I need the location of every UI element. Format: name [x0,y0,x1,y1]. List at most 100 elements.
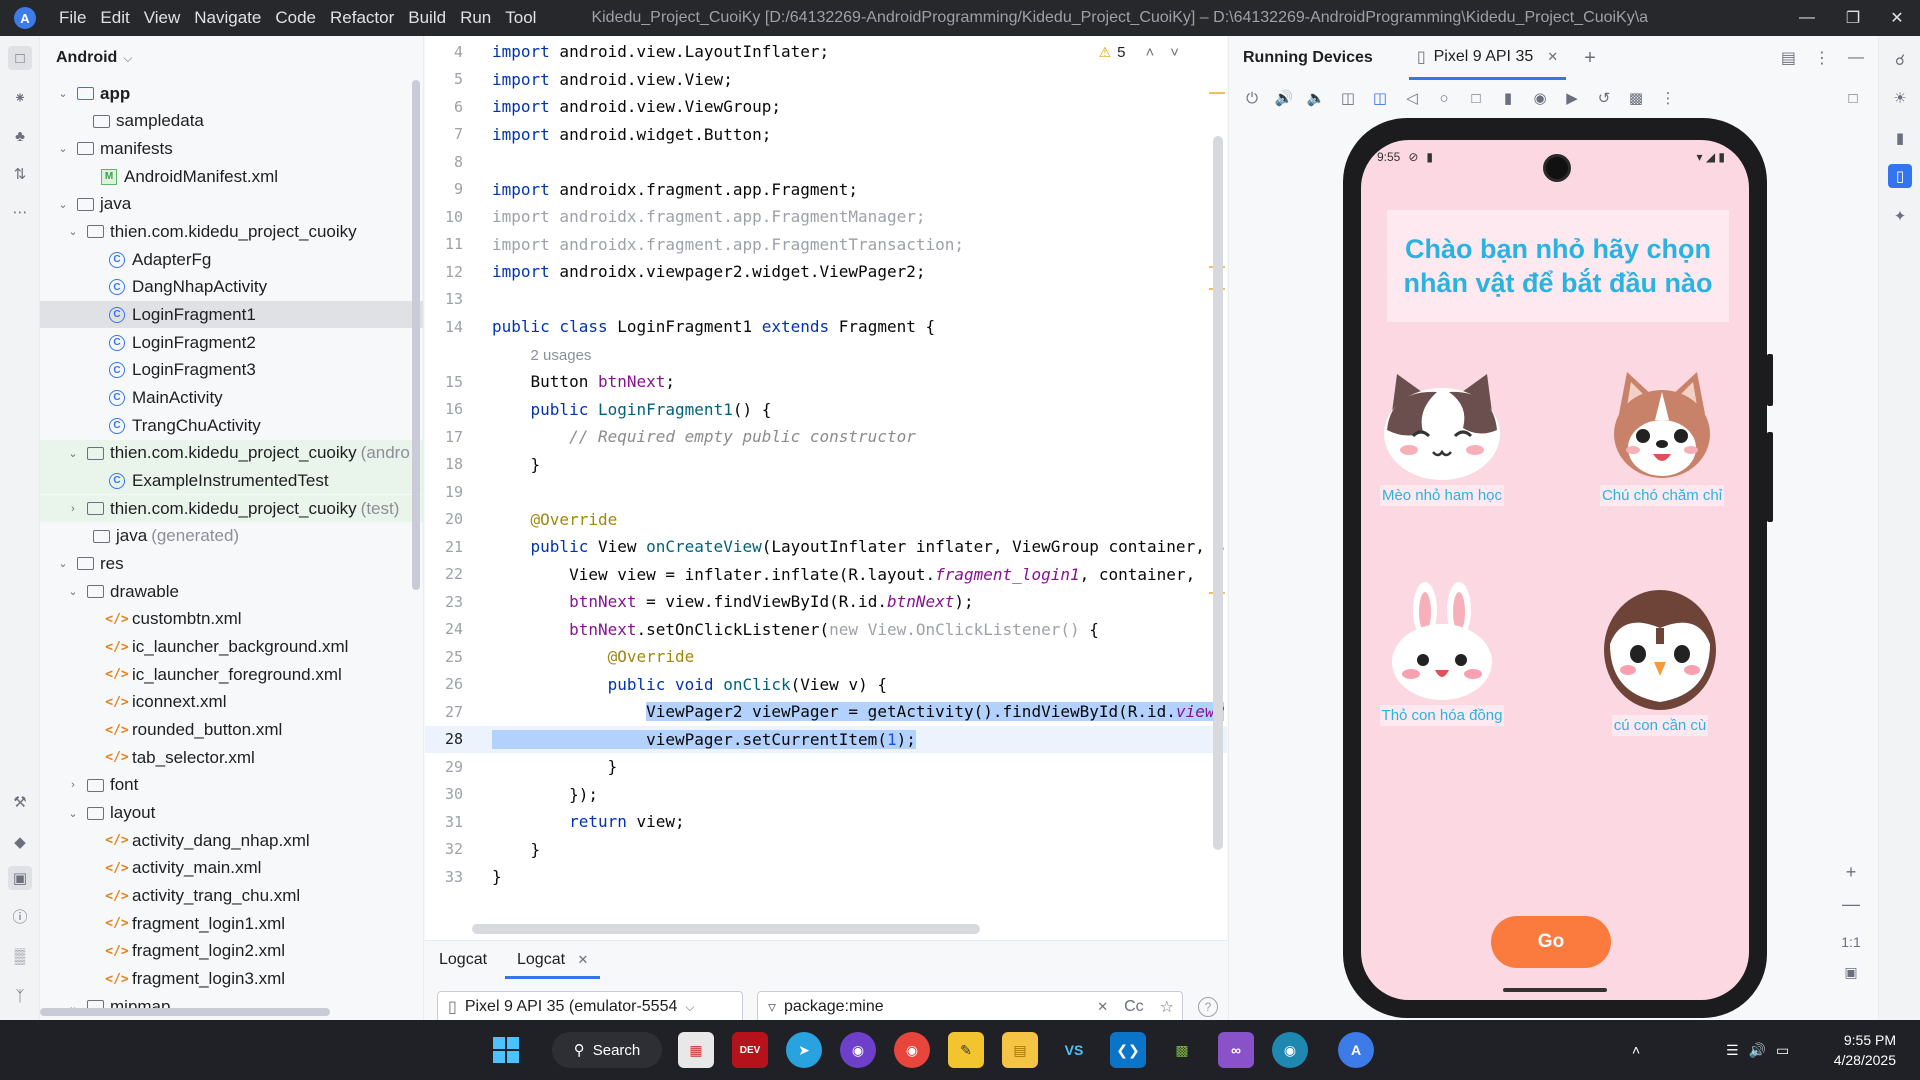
mirror-icon[interactable]: □ [1842,90,1864,107]
project-horizontal-scrollbar[interactable] [40,1008,330,1016]
zoom-in-icon[interactable]: + [1838,862,1864,883]
clear-filter-icon[interactable]: ✕ [1097,999,1108,1015]
taskbar-search[interactable]: ⚲ Search [552,1032,662,1068]
tree-item[interactable]: ⌄ drawable [40,578,423,605]
more-options-icon[interactable]: ⋮ [1814,48,1830,68]
tree-item[interactable]: M AndroidManifest.xml [40,163,423,190]
running-devices-icon[interactable]: ▯ [1888,164,1912,188]
close-tab-icon[interactable]: ✕ [578,952,589,967]
tree-item[interactable]: </> fragment_login2.xml [40,938,423,965]
visual-studio-icon[interactable]: ∞ [1218,1032,1254,1068]
tree-item[interactable]: </> activity_dang_nhap.xml [40,827,423,854]
tree-item[interactable]: ⌄ java [40,191,423,218]
menu-build[interactable]: Build [401,0,453,36]
tree-item[interactable]: </> ic_launcher_foreground.xml [40,661,423,688]
window-layout-icon[interactable]: ▤ [1781,48,1796,68]
tab-logcat[interactable]: Logcat ✕ [505,941,601,979]
home-icon[interactable]: ○ [1433,90,1455,107]
menu-refactor[interactable]: Refactor [323,0,401,36]
zoom-actual-size[interactable]: 1:1 [1838,934,1864,950]
chrome-icon[interactable]: ◉ [894,1032,930,1068]
notifications-icon[interactable]: ☌ [1888,48,1912,72]
add-device-icon[interactable]: + [1584,47,1596,70]
system-tray[interactable]: ☰ 🔊 ▭ [1726,1020,1789,1080]
tree-item[interactable]: ⌄ manifests [40,135,423,162]
tree-item[interactable]: C AdapterFg [40,246,423,273]
tree-item[interactable]: ⌄ thien.com.kidedu_project_cuoiky (andro [40,439,423,467]
snapshot-icon[interactable]: ↺ [1593,89,1615,107]
file-explorer-icon[interactable]: ▤ [1002,1032,1038,1068]
tree-item[interactable]: ⌄ thien.com.kidedu_project_cuoiky [40,218,423,245]
tree-item[interactable]: C LoginFragment3 [40,357,423,384]
editor-vertical-scrollbar[interactable] [1213,136,1223,850]
devcpp-icon[interactable]: DEV [732,1032,768,1068]
close-tab-icon[interactable]: ✕ [1547,49,1558,65]
menu-code[interactable]: Code [268,0,323,36]
more-tools-icon[interactable]: ⋯ [8,200,32,224]
gesture-home-bar[interactable] [1503,988,1607,992]
fold-icon[interactable]: ▮ [1497,89,1519,107]
build-hammer-icon[interactable]: ⚒ [8,790,32,814]
chevron-down-icon[interactable]: ⌄ [56,87,70,100]
zoom-out-icon[interactable]: — [1838,894,1864,915]
project-vertical-scrollbar[interactable] [412,80,420,590]
git-branch-icon[interactable]: ᛉ [8,984,32,1008]
structure-icon[interactable]: ♣ [8,124,32,148]
app-inspection-icon[interactable]: ▣ [8,866,32,890]
menu-view[interactable]: View [137,0,188,36]
logcat-tool-title[interactable]: Logcat [439,941,487,979]
tree-item[interactable]: </> activity_main.xml [40,855,423,882]
maximize-icon[interactable]: ❐ [1830,0,1876,36]
character-cat[interactable]: Mèo nhỏ ham học [1369,370,1515,506]
match-case-toggle[interactable]: Cc [1124,998,1144,1016]
chevron-right-icon[interactable]: › [66,779,80,791]
chevron-right-icon[interactable]: › [66,503,80,515]
tree-item[interactable]: ⌄ app [40,80,423,107]
pull-requests-icon[interactable]: ⇅ [8,162,32,186]
rotate-right-icon[interactable]: ◫ [1369,89,1391,107]
screenshot-icon[interactable]: ◉ [1529,89,1551,107]
overview-icon[interactable]: □ [1465,90,1487,107]
tree-item[interactable]: </> activity_trang_chu.xml [40,883,423,910]
cpu-app-icon[interactable]: ▩ [1164,1032,1200,1068]
project-folder-icon[interactable]: □ [8,46,32,70]
chevron-down-icon[interactable]: ⌄ [56,142,70,155]
zoom-fit-icon[interactable]: ▣ [1838,964,1864,981]
github-desktop-icon[interactable]: ◉ [840,1032,876,1068]
show-hidden-icons[interactable]: ˄ [1632,1020,1640,1080]
tree-item[interactable]: C LoginFragment2 [40,329,423,356]
commit-icon[interactable]: ⁕ [8,86,32,110]
more-options-icon[interactable]: ⋮ [1657,89,1679,107]
device-frame-icon[interactable]: ▩ [1625,89,1647,107]
windows-start-icon[interactable] [488,1032,524,1068]
gemini-sparkle-icon[interactable]: ✦ [1888,204,1912,228]
tree-item[interactable]: </> iconnext.xml [40,689,423,716]
logcat-filter-input[interactable]: ▿ package:mine ✕ Cc ☆ [757,991,1183,1023]
vscode-icon[interactable]: ❮❯ [1110,1032,1146,1068]
chevron-down-icon[interactable]: ⌄ [66,225,80,238]
code-editor[interactable]: ⚠ 5 ˄ ˅ 4 import android.view.LayoutInfla… [425,36,1227,940]
gem-icon[interactable]: ◆ [8,830,32,854]
help-icon[interactable]: ? [1198,997,1218,1017]
tree-item[interactable]: ⌄ res [40,550,423,577]
tree-item[interactable]: › thien.com.kidedu_project_cuoiky (test) [40,495,423,523]
tree-item[interactable]: C ExampleInstrumentedTest [40,467,423,495]
close-icon[interactable]: ✕ [1874,0,1920,36]
gradle-icon[interactable]: ☀ [1888,86,1912,110]
tree-item[interactable]: </> rounded_button.xml [40,717,423,744]
app-icon[interactable]: ✎ [948,1032,984,1068]
terminal-icon[interactable]: ▒ [8,944,32,968]
blend-icon[interactable]: VS [1056,1032,1092,1068]
edge-icon[interactable]: ◉ [1272,1032,1308,1068]
tab-pixel-9[interactable]: ▯ Pixel 9 API 35 ✕ [1408,36,1567,80]
project-view-selector[interactable]: Android ⌵ [40,36,423,80]
tree-item[interactable]: C TrangChuActivity [40,412,423,439]
tree-item[interactable]: </> ic_launcher_background.xml [40,634,423,661]
back-icon[interactable]: ◁ [1401,89,1423,107]
emulator-screen[interactable]: 9:55 ⊘ ▮ ▾ ◢ ▮ Chào bạn nhỏ hãy chọn nhâ… [1361,140,1749,1000]
hide-panel-icon[interactable]: — [1848,49,1864,67]
power-icon[interactable]: ⏻ [1241,90,1263,107]
chevron-down-icon[interactable]: ⌄ [66,585,80,598]
taskbar-clock[interactable]: 9:55 PM 4/28/2025 [1834,1030,1896,1070]
tree-item[interactable]: sampledata [40,108,423,135]
